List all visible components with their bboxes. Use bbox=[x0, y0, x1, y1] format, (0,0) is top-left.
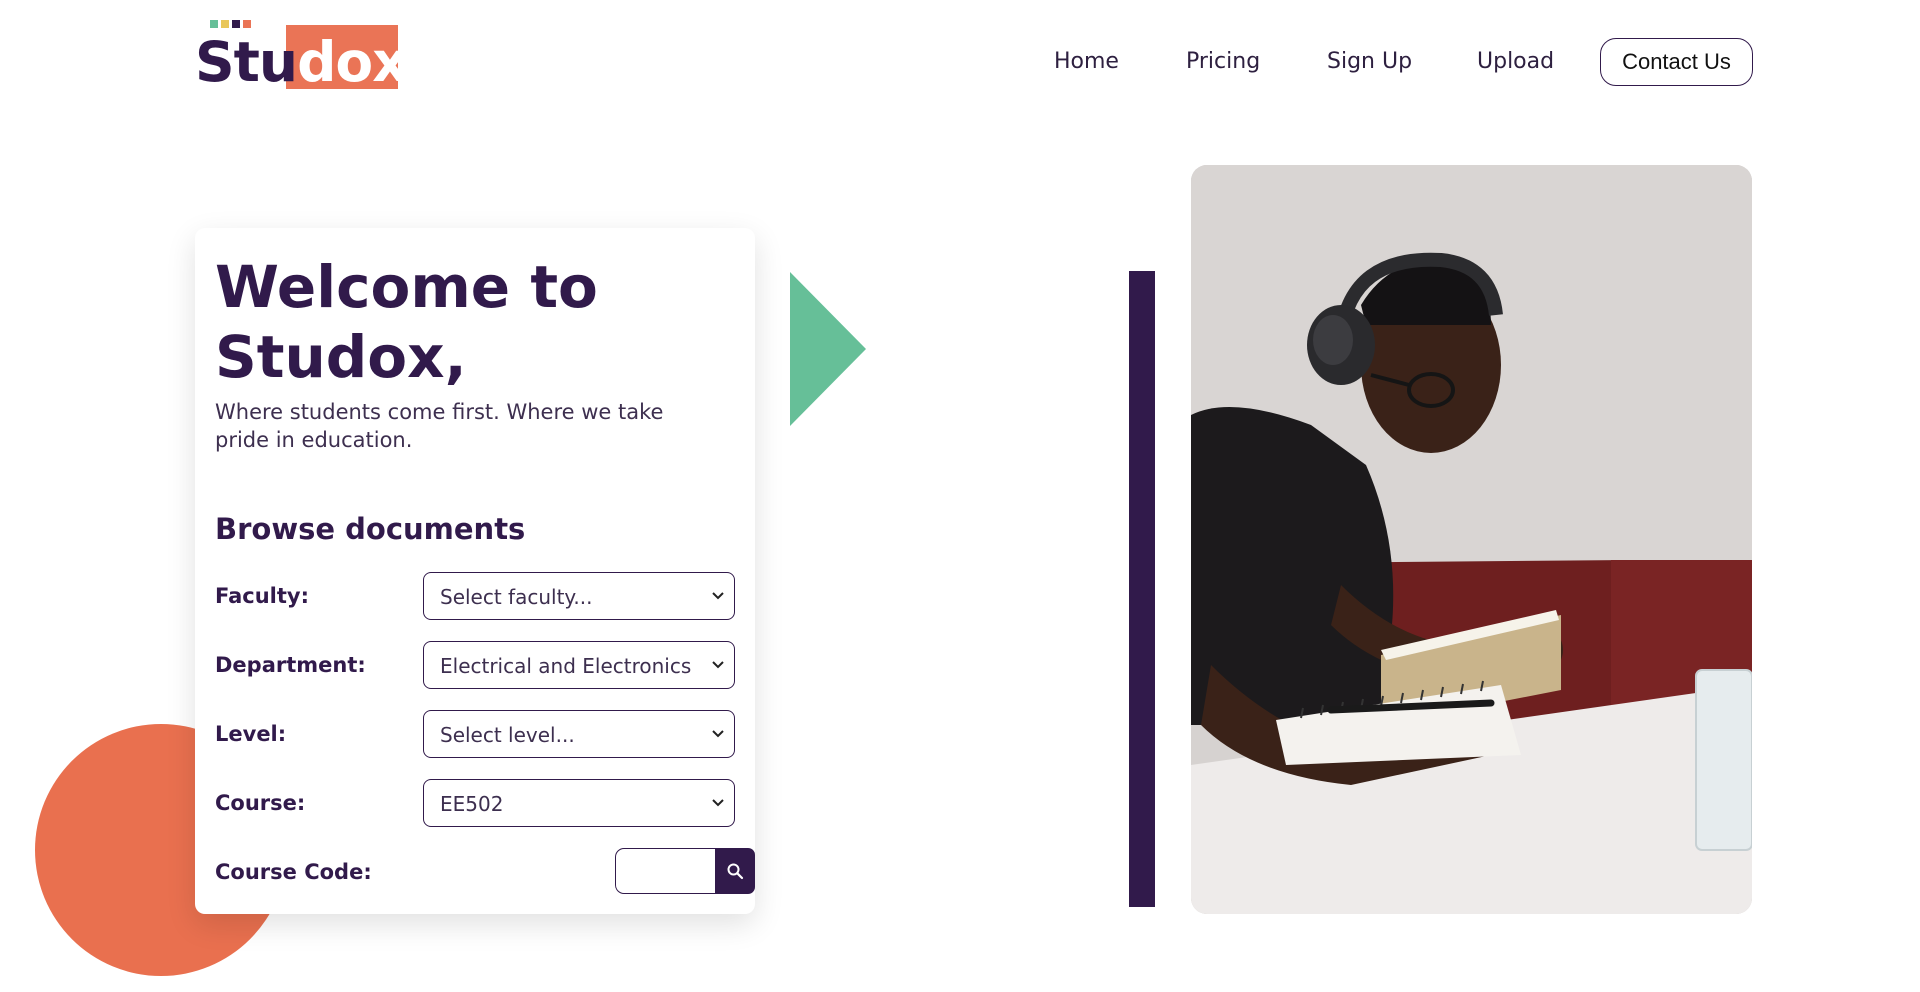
level-label: Level: bbox=[215, 722, 287, 746]
course-select-value: EE502 bbox=[440, 792, 504, 816]
contact-us-button[interactable]: Contact Us bbox=[1600, 38, 1753, 86]
nav-home-link[interactable]: Home bbox=[1054, 38, 1119, 86]
studox-logo[interactable]: Studox bbox=[195, 18, 408, 94]
course-code-label: Course Code: bbox=[215, 860, 372, 884]
welcome-card: Welcome to Studox, Where students come f… bbox=[195, 228, 755, 914]
chevron-down-icon bbox=[712, 799, 724, 807]
logo-text-dox: dox bbox=[297, 30, 408, 94]
logo-dot-orange bbox=[243, 20, 251, 28]
course-code-search bbox=[615, 848, 755, 894]
search-icon bbox=[727, 863, 744, 880]
level-select[interactable]: Select level... bbox=[423, 710, 735, 758]
faculty-select-value: Select faculty... bbox=[440, 585, 593, 609]
department-label: Department: bbox=[215, 653, 366, 677]
department-select[interactable]: Electrical and Electronics bbox=[423, 641, 735, 689]
logo-dot-green bbox=[210, 20, 218, 28]
department-row: Department: Electrical and Electronics bbox=[215, 641, 735, 689]
chevron-down-icon bbox=[712, 730, 724, 738]
logo-dot-purple bbox=[232, 20, 240, 28]
course-label: Course: bbox=[215, 791, 306, 815]
faculty-select[interactable]: Select faculty... bbox=[423, 572, 735, 620]
search-button[interactable] bbox=[715, 848, 755, 894]
nav-signup-link[interactable]: Sign Up bbox=[1327, 38, 1412, 86]
logo-dot-yellow bbox=[221, 20, 229, 28]
nav-pricing-link[interactable]: Pricing bbox=[1186, 38, 1260, 86]
logo-wordmark: Studox bbox=[195, 30, 408, 94]
page: Studox Home Pricing Sign Up Upload Conta… bbox=[0, 0, 1920, 992]
faculty-row: Faculty: Select faculty... bbox=[215, 572, 735, 620]
chevron-down-icon bbox=[712, 592, 724, 600]
hero-subtitle: Where students come first. Where we take… bbox=[215, 400, 664, 452]
level-row: Level: Select level... bbox=[215, 710, 735, 758]
hero-title: Welcome to Studox, bbox=[215, 253, 598, 391]
department-select-value: Electrical and Electronics bbox=[440, 654, 692, 678]
student-studying-photo bbox=[1191, 165, 1752, 914]
browse-heading: Browse documents bbox=[215, 512, 526, 546]
course-code-row: Course Code: bbox=[215, 848, 755, 896]
course-select[interactable]: EE502 bbox=[423, 779, 735, 827]
chevron-down-icon bbox=[712, 661, 724, 669]
decorative-green-triangle bbox=[790, 272, 866, 426]
faculty-label: Faculty: bbox=[215, 584, 310, 608]
student-illustration bbox=[1191, 165, 1752, 914]
course-row: Course: EE502 bbox=[215, 779, 735, 827]
logo-dots bbox=[210, 20, 251, 29]
decorative-purple-bar bbox=[1129, 271, 1155, 907]
course-code-input[interactable] bbox=[615, 848, 719, 894]
level-select-value: Select level... bbox=[440, 723, 575, 747]
nav-upload-link[interactable]: Upload bbox=[1477, 38, 1554, 86]
logo-text-stu: Stu bbox=[195, 30, 298, 94]
